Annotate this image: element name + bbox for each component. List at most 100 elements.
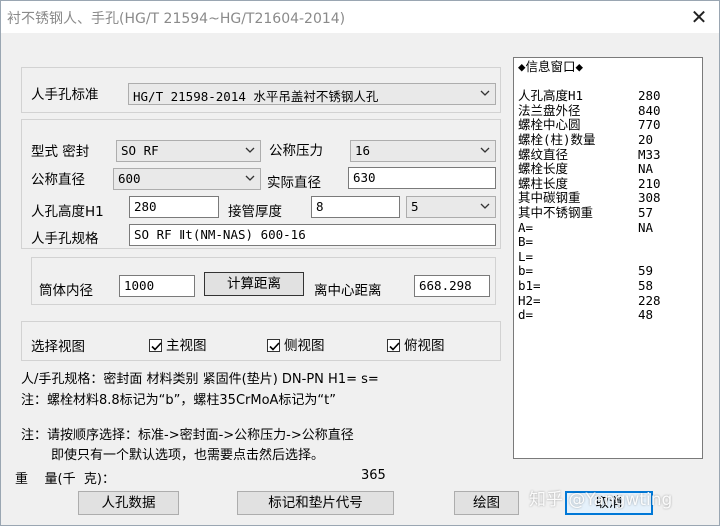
info-row: 螺柱长度 210 (518, 175, 702, 192)
note-spec-format: 人/手孔规格：密封面 材料类别 紧固件(垫片) DN-PN H1= s= (21, 372, 379, 387)
info-row: H2= 228 (518, 292, 702, 309)
top-view-checkbox[interactable]: 俯视图 (387, 334, 445, 354)
inner-dia-label: 筒体内径 (39, 283, 93, 299)
watermark-text: 知乎 @Yangwting (529, 490, 673, 510)
calc-distance-button[interactable]: 计算距离 (204, 272, 304, 296)
draw-button[interactable]: 绘图 (454, 491, 519, 515)
standard-label: 人手孔标准 (31, 87, 99, 103)
info-key: b1= (518, 277, 541, 293)
note-default-option: 即使只有一个默认选项，也需要点击然后选择。 (51, 448, 325, 463)
info-key: 螺柱长度 (518, 175, 569, 191)
standard-select[interactable]: HG/T 21598-2014 水平吊盖衬不锈钢人孔 (128, 83, 496, 105)
info-value: NA (638, 219, 654, 235)
pipe-thick-combo-value: 5 (411, 199, 419, 214)
type-seal-select[interactable]: SO RF (116, 140, 261, 162)
info-key: 螺纹直径 (518, 146, 569, 162)
info-key: 其中碳钢重 (518, 190, 581, 206)
top-view-label: 俯视图 (404, 338, 445, 354)
info-key: 法兰盘外径 (518, 102, 581, 118)
chevron-down-icon (479, 143, 491, 157)
h1-label: 人孔高度H1 (31, 204, 104, 220)
info-value: 58 (638, 277, 654, 293)
type-seal-label: 型式 密封 (31, 144, 90, 160)
chevron-down-icon (479, 86, 491, 100)
pipe-thick-select[interactable]: 5 (406, 196, 496, 218)
side-view-checkbox[interactable]: 侧视图 (267, 334, 325, 354)
info-row: d= 48 (518, 307, 702, 323)
info-window: ◆信息窗口◆ 人孔高度H1 280 法兰盘外径 840 螺栓中心圆 770 螺栓(柱)数量 2… (513, 57, 703, 459)
info-key: 人孔高度H1 (518, 88, 584, 104)
info-key: 螺栓长度 (518, 161, 569, 177)
chevron-down-icon (244, 171, 256, 185)
pressure-value: 16 (355, 143, 371, 158)
actual-dia-field[interactable]: 630 (348, 167, 496, 189)
standard-value: HG/T 21598-2014 水平吊盖衬不锈钢人孔 (133, 89, 379, 104)
info-value: NA (638, 161, 654, 177)
info-value: M33 (638, 146, 661, 162)
inner-dia-field[interactable]: 1000 (119, 275, 195, 297)
info-key: A= (518, 219, 534, 235)
info-row: B= (518, 235, 702, 250)
info-row: L= (518, 248, 702, 265)
weight-label: 重 量(千 克)： (15, 472, 115, 487)
mark-gasket-button[interactable]: 标记和垫片代号 (237, 491, 394, 515)
info-value: 280 (638, 88, 661, 104)
actual-dia-label: 实际直径 (267, 175, 321, 191)
info-row: b1= 58 (518, 277, 702, 294)
pipe-thick-field[interactable]: 8 (311, 196, 400, 218)
info-row: 法兰盘外径 840 (518, 102, 702, 119)
pressure-select[interactable]: 16 (350, 140, 496, 162)
manhole-data-button[interactable]: 人孔数据 (78, 491, 179, 515)
info-row: 螺栓长度 NA (518, 162, 702, 177)
checkbox-check-icon (149, 339, 162, 352)
info-key: B= (518, 234, 534, 250)
dn-label: 公称直径 (31, 172, 85, 188)
dn-select[interactable]: 600 (113, 168, 261, 190)
info-value: 59 (638, 263, 654, 279)
views-label: 选择视图 (31, 339, 85, 355)
close-icon[interactable]: ✕ (685, 3, 713, 31)
side-view-label: 侧视图 (284, 338, 325, 354)
note-bolt-material: 注：螺栓材料8.8标记为“b”，螺柱35CrMoA标记为“t” (21, 393, 336, 408)
info-key: d= (518, 307, 534, 323)
info-value: 840 (638, 102, 661, 118)
info-rows: 人孔高度H1 280 法兰盘外径 840 螺栓中心圆 770 螺栓(柱)数量 20 螺纹直径 M3… (518, 89, 702, 323)
dialog-window: 衬不锈钢人、手孔(HG/T 21594~HG/T21604-2014) ✕ 人手… (0, 0, 720, 526)
info-window-title: ◆信息窗口◆ (518, 59, 584, 74)
info-value: 20 (638, 131, 654, 147)
h1-field[interactable]: 280 (129, 196, 219, 218)
main-view-label: 主视图 (166, 338, 207, 354)
info-row: 螺栓中心圆 770 (518, 118, 702, 133)
info-value: 210 (638, 175, 661, 191)
weight-value: 365 (361, 468, 386, 483)
note-select-order: 注：请按顺序选择：标准->密封面->公称压力->公称直径 (21, 428, 354, 443)
info-row: A= NA (518, 219, 702, 236)
window-title: 衬不锈钢人、手孔(HG/T 21594~HG/T21604-2014) (7, 11, 346, 27)
info-row: 螺纹直径 M33 (518, 146, 702, 163)
checkbox-check-icon (387, 339, 400, 352)
spec-field[interactable]: SO RF Ⅱt(NM-NAS) 600-16 (129, 224, 496, 246)
pipe-thick-label: 接管厚度 (228, 204, 282, 220)
title-bar[interactable]: 衬不锈钢人、手孔(HG/T 21594~HG/T21604-2014) ✕ (1, 1, 719, 33)
info-value: 48 (638, 307, 654, 323)
info-value: 57 (638, 204, 654, 220)
pressure-label: 公称压力 (269, 143, 323, 159)
info-key: 其中不锈钢重 (518, 204, 594, 220)
info-key: H2= (518, 292, 541, 308)
checkbox-check-icon (267, 339, 280, 352)
info-row: b= 59 (518, 264, 702, 279)
info-key: L= (518, 248, 534, 264)
info-row: 其中不锈钢重 57 (518, 204, 702, 221)
chevron-down-icon (244, 143, 256, 157)
info-key: 螺栓(柱)数量 (518, 131, 596, 147)
info-value: 308 (638, 190, 661, 206)
type-seal-value: SO RF (121, 143, 159, 158)
main-view-checkbox[interactable]: 主视图 (149, 334, 207, 354)
center-dist-field[interactable]: 668.298 (414, 275, 490, 297)
info-value: 228 (638, 292, 661, 308)
chevron-down-icon (479, 199, 491, 213)
dn-value: 600 (118, 171, 141, 186)
info-row: 人孔高度H1 280 (518, 89, 702, 104)
center-dist-label: 离中心距离 (314, 283, 382, 299)
